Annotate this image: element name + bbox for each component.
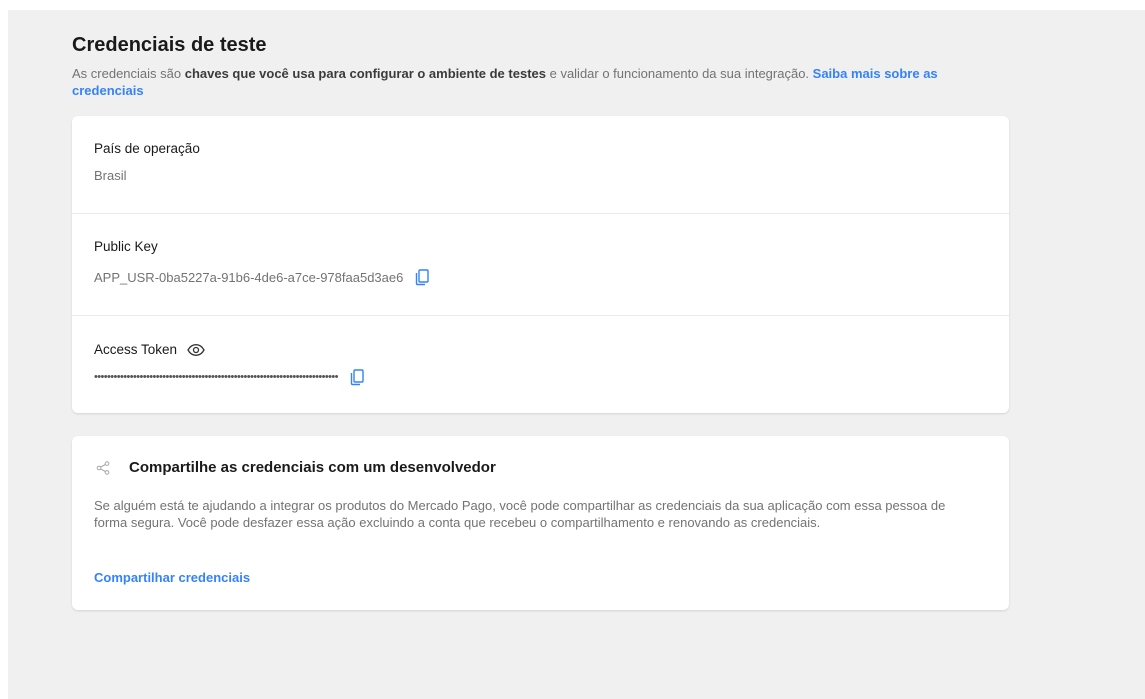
description-text-1: As credenciais são bbox=[72, 66, 185, 81]
share-description: Se alguém está te ajudando a integrar os… bbox=[94, 498, 946, 530]
page-title: Credenciais de teste bbox=[72, 34, 267, 56]
access-token-masked[interactable]: ••••••••••••••••••••••••••••••••••••••••… bbox=[94, 370, 338, 384]
public-key-label: Public Key bbox=[94, 239, 158, 254]
share-credentials-link[interactable]: Compartilhar credenciais bbox=[94, 570, 250, 585]
access-token-value: ••••••••••••••••••••••••••••••••••••••••… bbox=[94, 368, 366, 386]
access-token-label-text: Access Token bbox=[94, 342, 178, 357]
page-background: Credenciais de teste As credenciais são … bbox=[8, 10, 1145, 699]
access-token-row: Access Token •••••••••••••••••••••••••••… bbox=[72, 316, 1009, 413]
copy-icon[interactable] bbox=[348, 368, 366, 386]
description-bold-text: chaves que você usa para configurar o am… bbox=[184, 66, 546, 81]
share-icon bbox=[96, 460, 110, 475]
copy-icon[interactable] bbox=[413, 268, 431, 286]
share-header: Compartilhe as credenciais com um desenv… bbox=[96, 459, 496, 476]
public-key-text[interactable]: APP_USR-0ba5227a-91b6-4de6-a7ce-978faa5d… bbox=[94, 270, 403, 285]
page-description: As credenciais são chaves que você usa p… bbox=[72, 65, 972, 99]
country-value: Brasil bbox=[94, 168, 127, 183]
eye-icon[interactable] bbox=[187, 343, 205, 357]
public-key-value: APP_USR-0ba5227a-91b6-4de6-a7ce-978faa5d… bbox=[94, 268, 431, 286]
share-title: Compartilhe as credenciais com um desenv… bbox=[129, 459, 496, 476]
public-key-row: Public Key APP_USR-0ba5227a-91b6-4de6-a7… bbox=[72, 214, 1009, 316]
description-text-2: e validar o funcionamento da sua integra… bbox=[545, 66, 813, 81]
country-row: País de operação Brasil bbox=[72, 116, 1009, 214]
country-value-text: Brasil bbox=[94, 168, 127, 183]
country-label: País de operação bbox=[94, 141, 200, 156]
access-token-label: Access Token bbox=[94, 342, 205, 357]
credentials-card: País de operação Brasil Public Key APP_U… bbox=[72, 116, 1009, 413]
share-card: Compartilhe as credenciais com um desenv… bbox=[72, 436, 1009, 610]
credentials-section: Credenciais de teste As credenciais são … bbox=[72, 32, 1009, 610]
